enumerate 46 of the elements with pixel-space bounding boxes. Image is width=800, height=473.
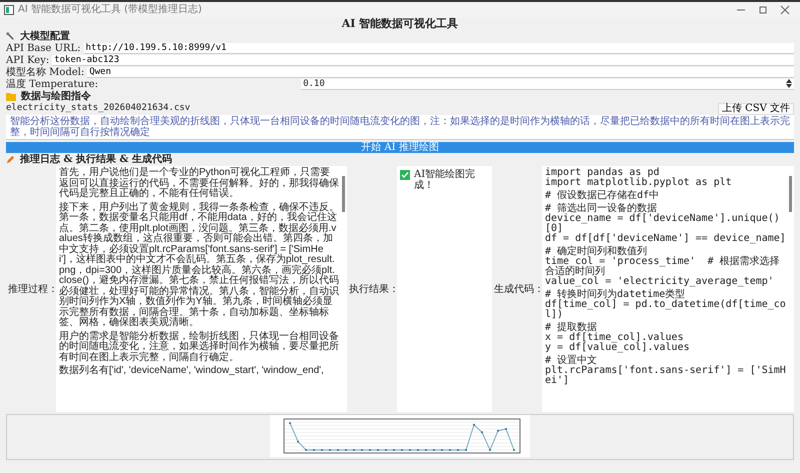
file-name: electricity_stats_202604021634.csv bbox=[6, 103, 190, 114]
panel-label: 推理过程： bbox=[7, 284, 56, 294]
code-line: # 提取数据 bbox=[545, 323, 598, 333]
section-title: 大模型配置 bbox=[20, 30, 70, 42]
code-line: # 设置中文 bbox=[545, 356, 598, 366]
app-icon bbox=[4, 4, 14, 14]
scrollbar[interactable] bbox=[342, 176, 345, 212]
window-title: AI 智能数据可视化工具 (带模型推理日志) bbox=[18, 4, 202, 15]
log-paragraph: 接下来，用户列出了黄金规则，我得一条条检查，确保不违反。第一条，数据变量名只能用df，不能用data，好的，我会记住这点。第二条，使用plt.plot画图，没问题。第三条，数据必须用.values转换成数组，这点很重要，否则可能会出错。第四条，加中文支持，必须设置plt.rcParams['font.sans-serif'] = ['SimHei']，这样图表中的中文才不会乱码。第五条，保存为plot_result.png，dpi=300，这样图片质量会比较高。第六条，画完必须plt.close()，避免内存泄漏。第七条，禁止任何报错写法，所以代码必须健壮，处理好可能的异常情况。第八条，智能分析，自动识别时间列作为X轴，数值列作为Y轴。第九条，时间横轴必须显示完整所有数据，间隔合理。第十条，自动加标题、坐标轴标签、网格，确保图表美观清晰。 bbox=[59, 202, 339, 328]
upload-button[interactable]: 上传 CSV 文件 bbox=[718, 102, 794, 114]
code-line: # 假设数据已存储在df中 bbox=[545, 191, 660, 201]
log-paragraph: 数据列名有['id', 'deviceName', 'window_start', 'window_end', bbox=[59, 366, 325, 376]
prompt-text-area[interactable]: 智能分析这份数据，自动绘制合理美观的折线图，只体现一台相同设备的时间随电流变化的图，注：如果选择的是时间作为横轴的话，尽量把已给数据中的所有时间在图上表示完整，时间间隔可自行按情况确定 bbox=[6, 115, 794, 140]
folder-icon bbox=[6, 92, 16, 100]
code-line: x = df[time_col].values bbox=[545, 333, 684, 343]
panel-label: 生成代码： bbox=[493, 284, 542, 294]
log-paragraph: 首先，用户说他们是一个专业的Python可视化工程师，只需要返回可以直接运行的代码，不需要任何解释。好的，那我得确保代码是完整且正确的，不能有任何错误。 bbox=[59, 168, 339, 200]
panel-label: 执行结果： bbox=[348, 284, 397, 294]
wrench-icon bbox=[6, 32, 15, 40]
code-line: # 筛选出同一设备的数据 bbox=[545, 204, 658, 214]
code-line: plt.rcParams['font.sans-serif'] = ['SimHei'] bbox=[545, 366, 787, 386]
section-title: 数据与绘图指令 bbox=[21, 90, 91, 102]
code-line: import matplotlib.pyplot as plt bbox=[545, 178, 733, 188]
input-field[interactable]: token-abc123 bbox=[52, 54, 794, 66]
section-title: 推理日志 & 执行结果 & 生成代码 bbox=[20, 154, 172, 164]
temperature-spinbox[interactable]: 0.10 bbox=[301, 78, 794, 90]
code-line: # 确定时间列和数值列 bbox=[545, 247, 648, 257]
field-label: API Base URL: bbox=[6, 42, 81, 54]
scrollbar[interactable] bbox=[789, 176, 792, 212]
code-line: df = df[df['deviceName'] == device_name] bbox=[545, 234, 787, 244]
maximize-icon[interactable] bbox=[758, 4, 768, 14]
input-field[interactable]: http://10.199.5.10:8999/v1 bbox=[84, 42, 794, 54]
input-field[interactable]: Qwen bbox=[87, 66, 794, 78]
field-label: 温度 Temperature: bbox=[6, 78, 98, 90]
code-line: df[time_col] = pd.to_datetime(df[time_col]) bbox=[545, 300, 787, 320]
code-line: # 转换时间列为datetime类型 bbox=[545, 290, 686, 300]
log-paragraph: 用户的需求是智能分析数据，绘制折线图，只体现一台相同设备的时间随电流变化，注意，如果选择时间作为横轴，要尽量把所有时间在图上表示完整，间隔自行确定。 bbox=[59, 332, 339, 363]
field-label: API Key: bbox=[6, 54, 50, 66]
close-icon[interactable] bbox=[780, 4, 790, 14]
code-line: value_col = 'electricity_average_temp' bbox=[545, 277, 775, 287]
spin-arrows-icon[interactable] bbox=[786, 79, 792, 88]
code-line: y = df[value_col].values bbox=[545, 343, 690, 353]
app-heading: AI 智能数据可视化工具 bbox=[340, 17, 460, 30]
field-label: 模型名称 Model: bbox=[6, 66, 84, 78]
code-line: import pandas as pd bbox=[545, 168, 660, 178]
result-text: AI智能绘图完成！ bbox=[414, 169, 476, 191]
